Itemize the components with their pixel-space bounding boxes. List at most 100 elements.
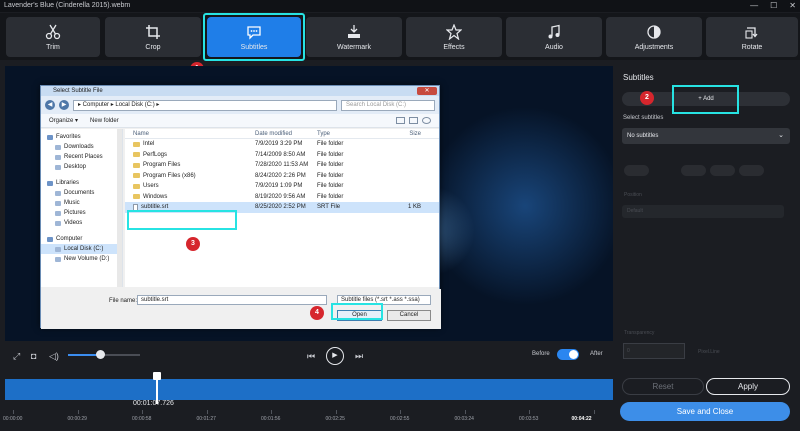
after-label: After: [590, 351, 603, 357]
back-icon[interactable]: ◀: [45, 100, 55, 110]
dialog-close-button[interactable]: ✕: [417, 87, 437, 95]
nav-item[interactable]: Libraries: [41, 178, 122, 188]
forward-icon[interactable]: ▶: [59, 100, 69, 110]
minimize-button[interactable]: —: [750, 0, 758, 12]
nav-item-icon: [55, 200, 61, 206]
nav-item[interactable]: Pictures: [41, 208, 122, 218]
file-date-cell: 7/14/2009 8:50 AM: [255, 151, 306, 158]
transparency-input: 0: [623, 343, 685, 359]
select-subtitle-dialog: Select Subtitle File ✕ ◀ ▶ ▸ Computer ▸ …: [40, 85, 441, 329]
watermark-icon: [348, 24, 360, 38]
file-name-cell: Intel: [125, 139, 255, 150]
tool-adjustments[interactable]: Adjustments: [606, 17, 702, 57]
rotate-icon: [745, 26, 758, 39]
font-button: [681, 165, 706, 176]
volume-icon[interactable]: ◁): [49, 350, 59, 362]
view-options-icon[interactable]: [396, 117, 405, 124]
scissors-icon: [45, 24, 61, 39]
folder-icon: [133, 194, 140, 200]
play-button[interactable]: ▶: [326, 347, 344, 365]
save-and-close-button[interactable]: Save and Close: [620, 402, 790, 421]
reset-button[interactable]: Reset: [622, 378, 704, 395]
col-type[interactable]: Type: [317, 129, 375, 138]
subtitle-select[interactable]: No subtitles ⌄: [622, 128, 790, 144]
tool-label: Rotate: [741, 43, 763, 51]
close-window-button[interactable]: ✕: [789, 0, 796, 12]
ruler-tick-line: [529, 410, 530, 414]
maximize-button[interactable]: ☐: [770, 0, 777, 12]
organize-button[interactable]: Organize ▾: [49, 117, 78, 124]
nav-item[interactable]: Desktop: [41, 162, 122, 172]
nav-item[interactable]: Downloads: [41, 142, 122, 152]
ruler-tick-line: [271, 410, 272, 414]
playhead-handle[interactable]: [153, 372, 161, 380]
tool-audio[interactable]: Audio: [506, 17, 602, 57]
adjustments-icon: [647, 24, 661, 39]
nav-item[interactable]: Music: [41, 198, 122, 208]
nav-scrollbar[interactable]: [117, 129, 122, 287]
ruler-tick-line: [464, 410, 466, 414]
path-input[interactable]: ▸ Computer ▸ Local Disk (C:) ▸: [73, 99, 337, 111]
nav-item[interactable]: Favorites: [41, 132, 122, 142]
cancel-button[interactable]: Cancel: [387, 310, 431, 321]
file-type-cell: SRT File: [317, 204, 341, 210]
col-date[interactable]: Date modified: [255, 129, 317, 138]
nav-item[interactable]: Videos: [41, 218, 122, 228]
search-input[interactable]: Search Local Disk (C:): [341, 99, 435, 111]
file-date-cell: 8/25/2020 2:52 PM: [255, 204, 306, 210]
file-row[interactable]: Windows 8/19/2020 9:56 AM File folder: [125, 192, 439, 203]
tool-effects[interactable]: Effects: [406, 17, 502, 57]
file-name-cell: PerfLogs: [125, 150, 255, 161]
new-folder-button[interactable]: New folder: [90, 118, 119, 124]
file-name-cell: Windows: [125, 192, 255, 203]
file-row[interactable]: PerfLogs 7/14/2009 8:50 AM File folder: [125, 150, 439, 161]
volume-knob[interactable]: [96, 350, 106, 359]
window-title: Lavender's Blue (Cinderella 2015).webm: [4, 2, 131, 9]
snapshot-icon[interactable]: ◘: [31, 350, 36, 362]
title-bar: Lavender's Blue (Cinderella 2015).webm —…: [0, 0, 800, 12]
file-type-cell: File folder: [317, 151, 344, 158]
nav-item[interactable]: Documents: [41, 188, 122, 198]
ruler-tick-label: 00:01:56: [261, 416, 281, 422]
tool-rotate[interactable]: Rotate: [706, 17, 798, 57]
tool-trim[interactable]: Trim: [6, 17, 100, 57]
nav-item[interactable]: Local Disk (C:): [41, 244, 122, 254]
file-type-cell: File folder: [317, 141, 344, 147]
tool-label: Crop: [145, 43, 161, 51]
ruler-tick-line: [400, 410, 401, 414]
nav-item[interactable]: New Volume (D:): [41, 254, 122, 264]
nav-item[interactable]: Computer: [41, 234, 122, 244]
file-name: Intel: [143, 141, 155, 147]
file-row[interactable]: Users 7/9/2019 1:09 PM File folder: [125, 181, 439, 192]
before-after-toggle[interactable]: [557, 349, 579, 360]
file-date-cell: 8/24/2020 2:26 PM: [255, 172, 306, 179]
nav-item-icon: [55, 164, 61, 170]
file-name-input[interactable]: subtitle.srt: [137, 295, 327, 305]
file-row[interactable]: Intel 7/9/2019 3:29 PM File folder: [125, 139, 439, 150]
nav-item-icon: [55, 190, 61, 196]
nav-item[interactable]: Recent Places: [41, 152, 122, 162]
fullscreen-icon[interactable]: ⤢: [13, 350, 20, 362]
folder-icon: [133, 152, 140, 158]
next-frame-icon[interactable]: ⏭: [355, 350, 363, 362]
dialog-title-bar: Select Subtitle File ✕: [41, 86, 439, 96]
col-name[interactable]: Name: [125, 129, 255, 138]
timeline-track[interactable]: [5, 379, 613, 400]
add-highlight: [672, 85, 739, 114]
file-row[interactable]: Program Files 7/28/2020 11:53 AM File fold…: [125, 160, 439, 171]
preview-pane-icon[interactable]: [409, 117, 418, 124]
file-name-cell: Users: [125, 181, 255, 192]
previous-frame-icon[interactable]: ⏮: [307, 350, 315, 362]
file-row[interactable]: Program Files (x86) 8/24/2020 2:26 PM File…: [125, 171, 439, 182]
nav-item-icon: [47, 180, 53, 186]
tool-watermark[interactable]: Watermark: [306, 17, 402, 57]
tool-crop[interactable]: Crop: [105, 17, 201, 57]
apply-button[interactable]: Apply: [706, 378, 790, 395]
help-icon[interactable]: [422, 117, 431, 124]
nav-item-label: Music: [64, 200, 80, 206]
color-button: [710, 165, 735, 176]
file-size-cell: [375, 171, 425, 182]
col-size[interactable]: Size: [375, 129, 425, 138]
file-date-cell: 7/28/2020 11:53 AM: [255, 162, 309, 168]
ruler-tick-label: 00:04:22: [571, 416, 592, 422]
